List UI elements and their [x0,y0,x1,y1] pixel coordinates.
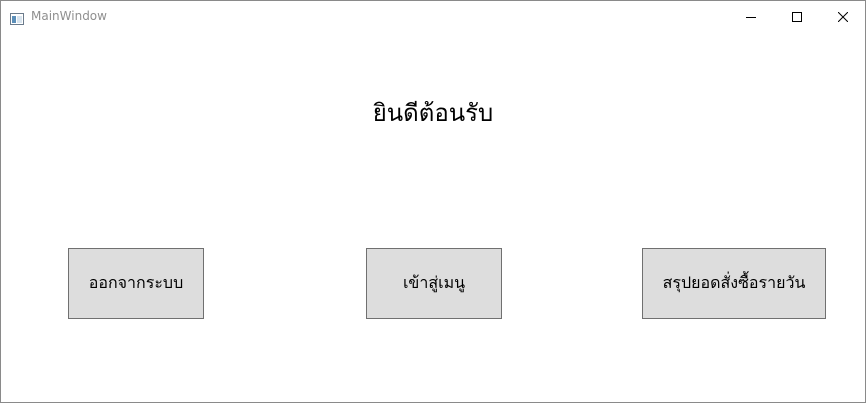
maximize-icon [792,7,802,26]
enter-menu-button-label: เข้าสู่เมนู [402,273,466,292]
close-button[interactable] [820,1,866,32]
welcome-heading: ยินดีต้อนรับ [372,99,494,127]
app-window-icon [10,10,24,25]
title-bar[interactable]: MainWindow [1,1,865,32]
daily-order-summary-button[interactable]: สรุปยอดสั่งซื้อรายวัน [642,248,826,319]
logout-button[interactable]: ออกจากระบบ [68,248,204,319]
minimize-icon [746,7,756,26]
maximize-button[interactable] [774,1,820,32]
logout-button-label: ออกจากระบบ [88,273,184,292]
minimize-button[interactable] [728,1,774,32]
main-window: MainWindow ยินดีต้อนรับ ออกจากระบบ เข้าส… [0,0,866,403]
close-icon [837,7,849,26]
daily-order-summary-button-label: สรุปยอดสั่งซื้อรายวัน [662,273,806,292]
enter-menu-button[interactable]: เข้าสู่เมนู [366,248,502,319]
window-title: MainWindow [31,9,107,23]
